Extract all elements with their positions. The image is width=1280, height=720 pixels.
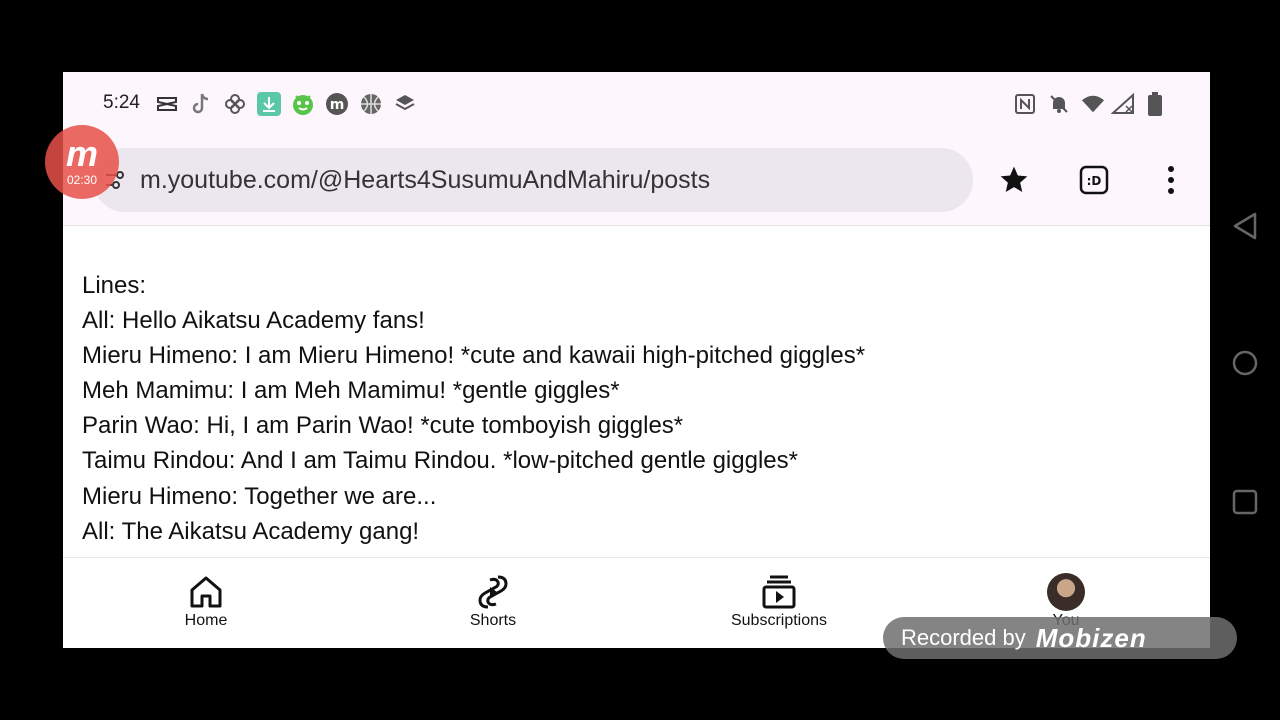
svg-text:m: m [330,97,345,113]
svg-text::D: :D [1087,174,1102,188]
subscriptions-icon [709,574,849,610]
url-text: m.youtube.com/@Hearts4SusumuAndMahiru/po… [140,166,711,194]
status-time: 5:24 [103,92,140,113]
signal-icon [1111,92,1135,116]
layers-icon [393,92,417,116]
url-bar[interactable]: m.youtube.com/@Hearts4SusumuAndMahiru/po… [93,148,973,212]
post-content: Lines: All: Hello Aikatsu Academy fans! … [63,227,1210,557]
recording-timer: 02:30 [66,173,98,187]
post-line: Taimu Rindou: And I am Taimu Rindou. *lo… [82,447,798,474]
nav-subscriptions[interactable]: Subscriptions [709,574,849,630]
post-line: Lines: [82,272,147,299]
nav-label: Shorts [469,612,517,629]
recorded-by-text: Recorded by [901,625,1026,650]
bell-muted-icon [1047,92,1071,116]
browser-address-row: m.youtube.com/@Hearts4SusumuAndMahiru/po… [63,134,1210,226]
tab-switcher-icon[interactable]: :D [1076,162,1112,198]
post-line: All: The Aikatsu Academy gang! [82,518,420,545]
more-vert-icon[interactable] [1153,162,1189,198]
basketball-icon [359,92,383,116]
post-line: Mieru Himeno: I am Mieru Himeno! *cute a… [82,342,866,369]
capcut-icon [155,92,179,116]
post-line: All: Hello Aikatsu Academy fans! [82,307,425,334]
nav-shorts[interactable]: Shorts [423,574,563,630]
mobizen-record-bubble[interactable]: m 02:30 [45,125,119,199]
nfc-icon [1013,92,1037,116]
nav-label: Home [184,612,228,629]
nav-label: Subscriptions [730,612,828,629]
pinwheel-icon [223,92,247,116]
star-icon[interactable] [996,162,1032,198]
shorts-icon [423,574,563,610]
mobizen-letter: m [65,133,98,174]
tiktok-icon [189,92,213,116]
android-bot-icon [291,92,315,116]
post-line: Meh Mamimu: I am Meh Mamimu! *gentle gig… [82,377,620,404]
m-circle-icon: m [325,92,349,116]
home-icon [136,574,276,610]
post-line: Parin Wao: Hi, I am Parin Wao! *cute tom… [82,412,684,439]
back-icon[interactable] [1231,212,1259,240]
status-bar: 5:24 m [63,72,1210,134]
battery-icon [1143,92,1167,116]
recents-icon[interactable] [1231,488,1259,516]
recorded-by-watermark: Recorded by Mobizen [883,617,1237,659]
home-circle-icon[interactable] [1231,349,1259,377]
nav-home[interactable]: Home [136,574,276,630]
avatar [996,573,1136,611]
system-nav-bar [1210,72,1280,648]
wifi-icon [1081,92,1105,116]
post-line: Mieru Himeno: Together we are... [82,483,437,510]
mobizen-logo: Mobizen [1035,622,1147,653]
phone-screen: 5:24 m m.youtube.com/@Hearts4SusumuAndMa… [63,72,1210,648]
download-icon [257,92,281,116]
